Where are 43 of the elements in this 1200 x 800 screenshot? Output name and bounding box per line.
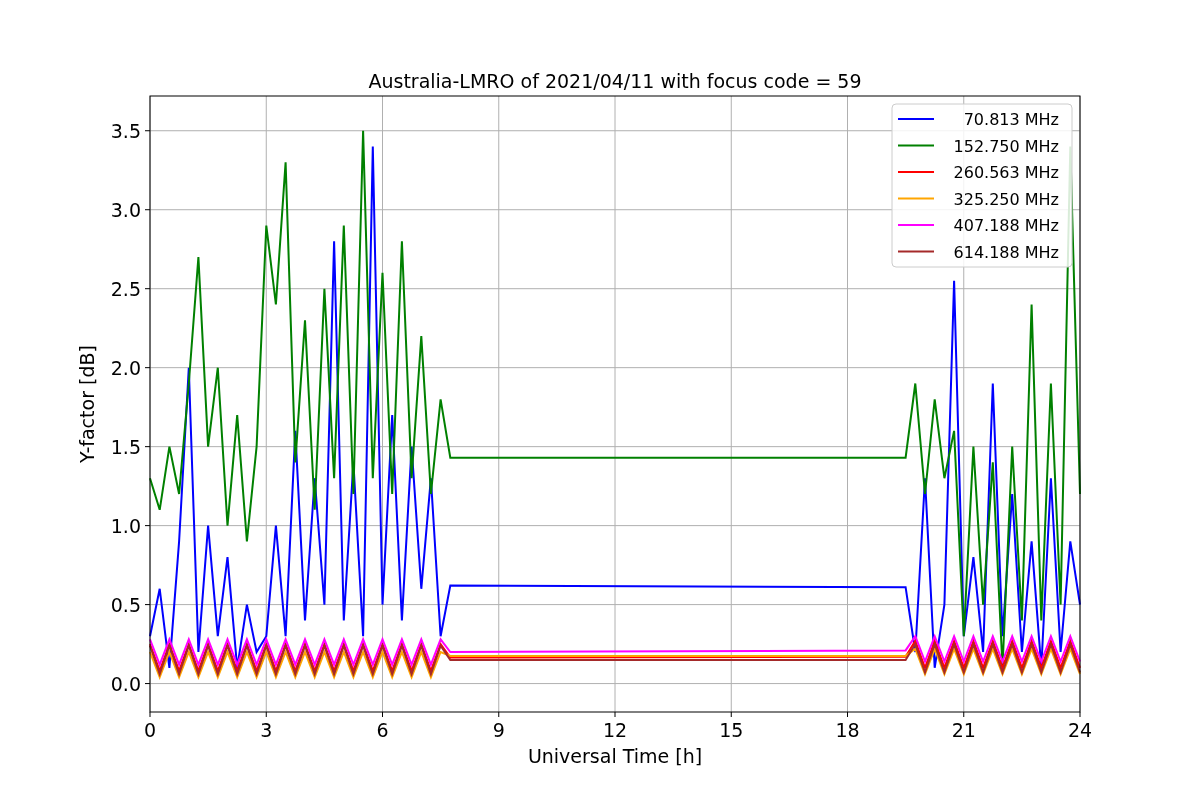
tick-mark bbox=[382, 711, 383, 718]
x-tick-label: 6 bbox=[376, 719, 389, 741]
x-tick-label: 21 bbox=[951, 719, 976, 741]
tick-mark bbox=[847, 711, 848, 718]
tick-mark bbox=[265, 711, 267, 718]
tick-mark bbox=[614, 711, 616, 718]
legend-label: 70.813 MHz bbox=[963, 110, 1059, 129]
tick-mark bbox=[144, 446, 151, 448]
y-tick-label: 2.5 bbox=[110, 277, 141, 300]
legend-label: 260.563 MHz bbox=[953, 163, 1059, 182]
y-tick-label: 2.0 bbox=[110, 356, 141, 379]
x-tick-label: 0 bbox=[143, 719, 157, 741]
legend-label: 152.750 MHz bbox=[953, 136, 1059, 156]
tick-mark bbox=[144, 288, 151, 290]
x-axis-label: Universal Time [h] bbox=[527, 745, 703, 767]
y-tick-label: 0.5 bbox=[110, 593, 141, 616]
tick-mark bbox=[963, 711, 965, 718]
x-tick-label: 24 bbox=[1067, 719, 1093, 741]
tick-mark bbox=[144, 209, 151, 211]
legend-label: 407.188 MHz bbox=[953, 216, 1059, 235]
x-tick-label: 3 bbox=[260, 719, 273, 741]
chart-title: Australia-LMRO of 2021/04/11 with focus code = 59 bbox=[368, 70, 862, 92]
tick-mark bbox=[144, 130, 151, 132]
tick-mark bbox=[498, 711, 500, 718]
y-tick-label: 1.0 bbox=[110, 514, 141, 537]
y-tick-label: 3.0 bbox=[110, 198, 141, 221]
tick-mark bbox=[144, 367, 151, 369]
tick-mark bbox=[144, 683, 151, 685]
tick-mark bbox=[149, 711, 151, 718]
legend-label: 614.188 MHz bbox=[953, 242, 1059, 262]
x-tick-label: 9 bbox=[492, 719, 505, 741]
x-tick-label: 18 bbox=[835, 719, 860, 741]
tick-mark bbox=[144, 525, 151, 527]
y-tick-label: 3.5 bbox=[110, 119, 141, 142]
x-tick-label: 15 bbox=[719, 719, 744, 741]
x-tick-label: 12 bbox=[602, 719, 628, 741]
y-tick-label: 0.0 bbox=[110, 672, 141, 695]
tick-mark bbox=[144, 604, 151, 606]
tick-mark bbox=[730, 711, 732, 718]
y-tick-label: 1.5 bbox=[110, 435, 141, 458]
y-axis-label: Y-factor [dB] bbox=[76, 345, 98, 463]
tick-mark bbox=[1079, 711, 1081, 718]
legend-label: 325.250 MHz bbox=[953, 189, 1059, 209]
